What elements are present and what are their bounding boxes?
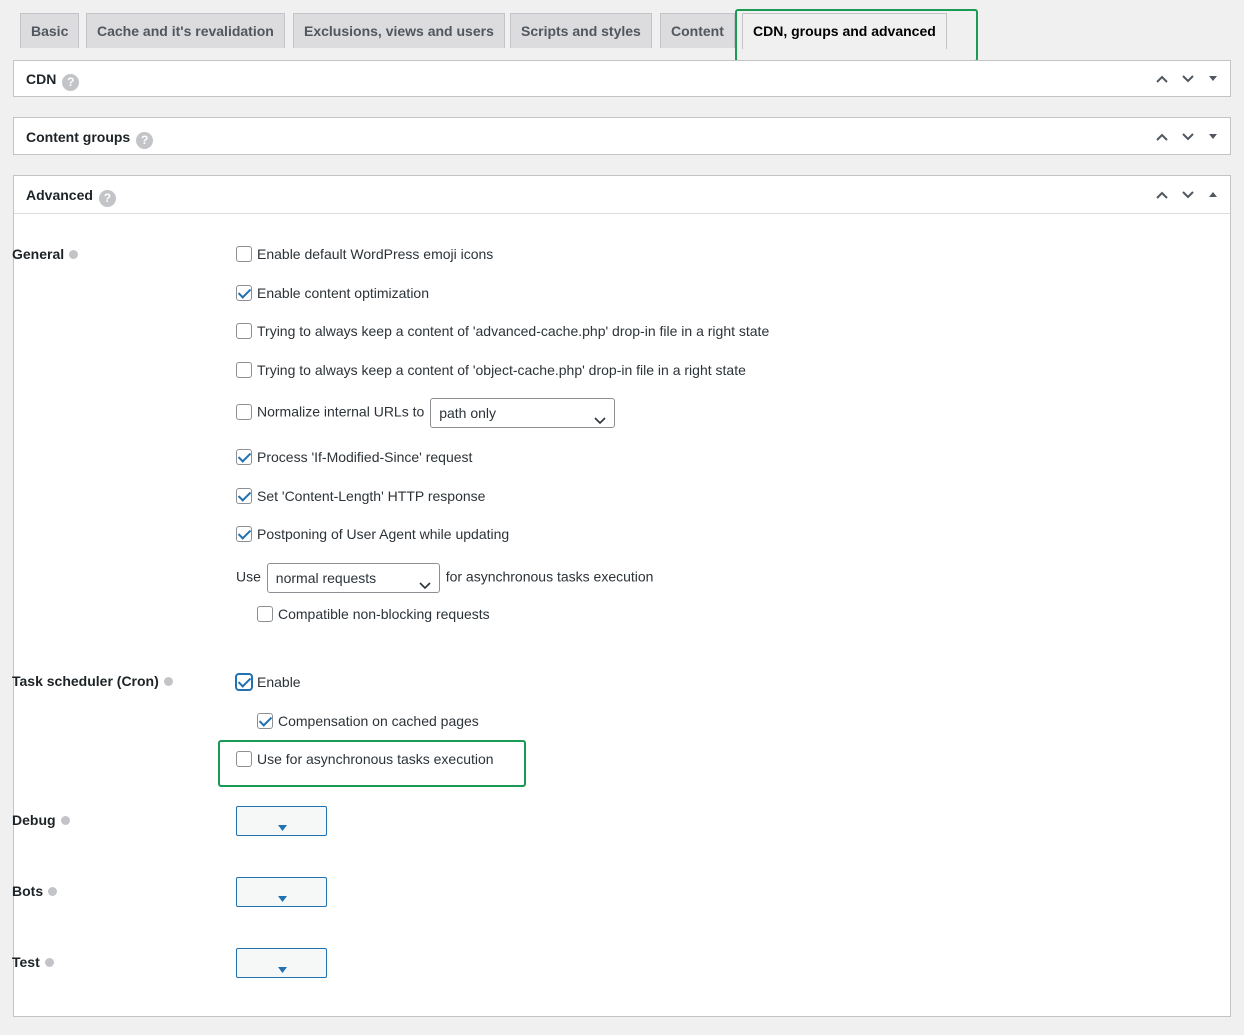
toggle-panel-icon[interactable] bbox=[1208, 71, 1218, 87]
move-down-icon[interactable] bbox=[1180, 129, 1196, 145]
content-groups-panel: Content groups? bbox=[13, 117, 1231, 155]
option-cron-compensation: Compensation on cached pages bbox=[257, 711, 479, 731]
move-down-icon[interactable] bbox=[1180, 71, 1196, 87]
normalize-urls-select[interactable]: path only bbox=[430, 398, 616, 428]
option-content-optimization: Enable content optimization bbox=[236, 283, 429, 303]
option-label: Compensation on cached pages bbox=[278, 713, 479, 729]
option-postpone-user-agent: Postponing of User Agent while updating bbox=[236, 524, 509, 544]
async-suffix: for asynchronous tasks execution bbox=[445, 568, 654, 585]
option-emoji: Enable default WordPress emoji icons bbox=[236, 244, 493, 264]
caret-down-icon bbox=[278, 890, 287, 906]
async-requests-select[interactable]: normal requests bbox=[266, 563, 440, 593]
tab-basic[interactable]: Basic bbox=[20, 13, 80, 48]
advanced-cache-checkbox[interactable] bbox=[236, 323, 252, 339]
cdn-panel-header[interactable]: CDN? bbox=[14, 61, 1230, 97]
postpone-user-agent-checkbox[interactable] bbox=[236, 526, 252, 542]
caret-down-icon bbox=[278, 819, 287, 835]
debug-dropdown-button[interactable] bbox=[236, 806, 327, 836]
option-object-cache: Trying to always keep a content of 'obje… bbox=[236, 360, 746, 380]
bots-dropdown-button[interactable] bbox=[236, 877, 327, 907]
option-advanced-cache: Trying to always keep a content of 'adva… bbox=[236, 321, 769, 341]
option-cron-enable: Enable bbox=[236, 672, 301, 692]
cron-compensation-checkbox[interactable] bbox=[257, 713, 273, 729]
tab-content[interactable]: Content bbox=[660, 13, 735, 48]
if-modified-since-checkbox[interactable] bbox=[236, 449, 252, 465]
advanced-panel: Advanced? bbox=[13, 175, 1231, 1017]
content-groups-panel-title: Content groups? bbox=[26, 129, 154, 149]
test-label: Test bbox=[12, 954, 54, 970]
option-if-modified-since: Process 'If-Modified-Since' request bbox=[236, 447, 472, 467]
option-async-requests: Use normal requests for asynchronous tas… bbox=[236, 563, 653, 593]
caret-down-icon bbox=[278, 961, 287, 977]
option-label: Postponing of User Agent while updating bbox=[257, 526, 510, 542]
option-label: Enable content optimization bbox=[257, 285, 429, 301]
option-label: Enable default WordPress emoji icons bbox=[257, 246, 494, 262]
cdn-panel: CDN? bbox=[13, 60, 1231, 97]
option-label: Normalize internal URLs to bbox=[257, 403, 425, 420]
collapse-panel-icon[interactable] bbox=[1208, 187, 1218, 203]
option-cron-async: Use for asynchronous tasks execution bbox=[236, 749, 494, 769]
tab-scripts[interactable]: Scripts and styles bbox=[510, 13, 652, 48]
option-label: Trying to always keep a content of 'adva… bbox=[257, 323, 770, 339]
help-icon[interactable]: ? bbox=[98, 190, 116, 207]
help-icon[interactable] bbox=[44, 958, 54, 967]
cron-enable-checkbox[interactable] bbox=[236, 674, 252, 690]
help-icon[interactable] bbox=[69, 250, 79, 259]
content-length-checkbox[interactable] bbox=[236, 488, 252, 504]
bots-label: Bots bbox=[12, 883, 58, 899]
option-content-length: Set 'Content-Length' HTTP response bbox=[236, 486, 485, 506]
option-label: Enable bbox=[257, 674, 301, 690]
advanced-panel-title: Advanced? bbox=[26, 187, 116, 207]
test-dropdown-button[interactable] bbox=[236, 948, 327, 978]
move-up-icon[interactable] bbox=[1154, 71, 1170, 87]
move-down-icon[interactable] bbox=[1180, 187, 1196, 203]
content-optimization-checkbox[interactable] bbox=[236, 285, 252, 301]
tab-cache[interactable]: Cache and it's revalidation bbox=[86, 13, 285, 48]
help-icon[interactable]: ? bbox=[136, 132, 154, 149]
advanced-panel-header[interactable]: Advanced? bbox=[14, 176, 1230, 214]
move-up-icon[interactable] bbox=[1154, 187, 1170, 203]
option-label: Trying to always keep a content of 'obje… bbox=[257, 362, 746, 378]
option-label: Use for asynchronous tasks execution bbox=[257, 751, 494, 767]
move-up-icon[interactable] bbox=[1154, 129, 1170, 145]
option-label: Process 'If-Modified-Since' request bbox=[257, 449, 473, 465]
general-label: General bbox=[12, 246, 79, 262]
help-icon[interactable] bbox=[163, 677, 173, 686]
content-groups-panel-header[interactable]: Content groups? bbox=[14, 118, 1230, 154]
debug-label: Debug bbox=[12, 812, 70, 828]
chevron-down-icon bbox=[594, 407, 606, 435]
option-normalize-urls: Normalize internal URLs to path only bbox=[236, 398, 616, 428]
toggle-panel-icon[interactable] bbox=[1208, 129, 1218, 145]
async-prefix: Use bbox=[236, 568, 261, 585]
help-icon[interactable]: ? bbox=[62, 74, 80, 91]
option-nonblocking: Compatible non-blocking requests bbox=[257, 604, 490, 624]
tab-exclusions[interactable]: Exclusions, views and users bbox=[293, 13, 505, 48]
option-label: Compatible non-blocking requests bbox=[278, 606, 490, 622]
object-cache-checkbox[interactable] bbox=[236, 362, 252, 378]
cron-async-checkbox[interactable] bbox=[236, 751, 252, 767]
help-icon[interactable] bbox=[48, 887, 58, 896]
cdn-panel-title: CDN? bbox=[26, 71, 80, 91]
cron-label: Task scheduler (Cron) bbox=[12, 673, 173, 689]
chevron-down-icon bbox=[419, 572, 431, 600]
tab-cdn-groups-advanced[interactable]: CDN, groups and advanced bbox=[742, 13, 947, 49]
emoji-checkbox[interactable] bbox=[236, 246, 252, 262]
help-icon[interactable] bbox=[60, 816, 70, 825]
normalize-urls-checkbox[interactable] bbox=[236, 403, 252, 420]
option-label: Set 'Content-Length' HTTP response bbox=[257, 488, 486, 504]
nonblocking-checkbox[interactable] bbox=[257, 606, 273, 622]
